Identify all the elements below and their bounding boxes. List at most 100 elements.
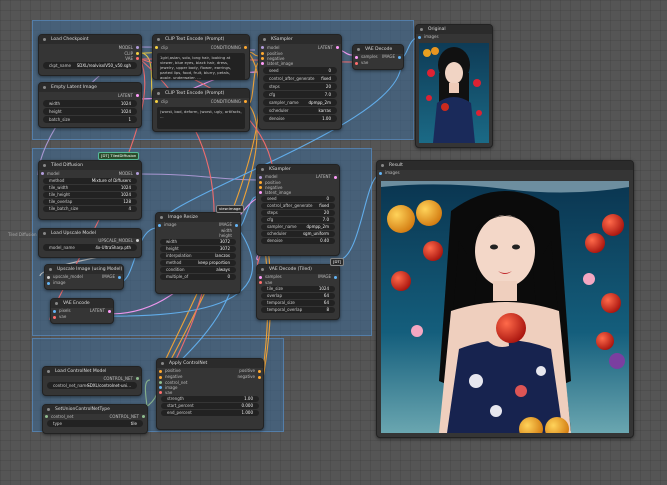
input-latent-image[interactable]: latent_image bbox=[257, 190, 339, 195]
node-title[interactable]: Upscale Image (using Model) bbox=[45, 265, 123, 274]
node-upscale-image-using-model[interactable]: Upscale Image (using Model) upscale_mode… bbox=[44, 264, 124, 290]
model-name-widget[interactable]: model_name 4x-UltraSharp.pth bbox=[43, 244, 137, 251]
node-canvas[interactable]: Tiled Diffusion Load Checkpoint MODEL CL… bbox=[0, 0, 667, 485]
node-title[interactable]: Load ControlNet Model bbox=[43, 367, 141, 376]
condition-widget[interactable]: condition always bbox=[160, 267, 236, 273]
cfg-widget[interactable]: cfg 7.0 bbox=[261, 217, 335, 223]
ckpt-name-widget[interactable]: ckpt_name SDXL/realvisxlV50_v50.sgh bbox=[43, 62, 137, 69]
scheduler-widget[interactable]: scheduler sgm_uniform bbox=[261, 231, 335, 237]
control-after-generate-widget[interactable]: control_after_generate fixed bbox=[261, 203, 335, 209]
output-vae[interactable]: VAE bbox=[39, 56, 141, 61]
positive-prompt-textarea[interactable]: 1girl,asian, solo, long hair, looking at… bbox=[157, 53, 245, 79]
height-widget[interactable]: height 1024 bbox=[43, 108, 137, 115]
width-widget[interactable]: width 1024 bbox=[43, 100, 137, 107]
node-title[interactable]: CLIP Text Encode (Prompt) bbox=[153, 35, 249, 44]
node-title[interactable]: KSampler bbox=[257, 165, 339, 174]
result-image-preview[interactable] bbox=[381, 181, 629, 433]
input-vae[interactable]: vae bbox=[257, 280, 339, 285]
node-load-upscale-model[interactable]: Load Upscale Model UPSCALE_MODEL model_n… bbox=[38, 228, 142, 258]
node-original-preview[interactable]: Original images bbox=[415, 24, 493, 148]
sampler-name-widget[interactable]: sampler_name dpmpp_2m bbox=[263, 99, 337, 106]
node-set-union-controlnet-type[interactable]: SetUnionControlNetType control_net CONTRO… bbox=[42, 404, 148, 434]
output-control-net[interactable]: CONTROL_NET bbox=[43, 376, 141, 381]
control-after-generate-widget[interactable]: control_after_generate fixed bbox=[263, 75, 337, 82]
tile-size-widget[interactable]: tile_size 1024 bbox=[261, 286, 335, 292]
temporal-overlap-widget[interactable]: temporal_overlap 8 bbox=[261, 307, 335, 313]
node-title[interactable]: Original bbox=[416, 25, 492, 34]
sampler-name-widget[interactable]: sampler_name dpmpp_2m bbox=[261, 224, 335, 230]
input-vae[interactable]: vae bbox=[51, 314, 113, 320]
output-model[interactable]: MODEL bbox=[39, 44, 141, 51]
height-widget[interactable]: height 3072 bbox=[160, 246, 236, 252]
seed-widget[interactable]: seed 0 bbox=[263, 67, 337, 74]
input-image[interactable]: image bbox=[45, 280, 123, 286]
node-vae-decode-tiled[interactable]: VAE Decode (Tiled) samples IMAGE vae tile… bbox=[256, 264, 340, 320]
node-clip-positive[interactable]: CLIP Text Encode (Prompt) clip CONDITIONI… bbox=[152, 34, 250, 80]
node-title[interactable]: Empty Latent Image bbox=[39, 83, 141, 92]
input-images[interactable]: images bbox=[416, 34, 492, 40]
node-title[interactable]: Load Upscale Model bbox=[39, 229, 141, 238]
denoise-widget[interactable]: denoise 1.00 bbox=[263, 115, 337, 122]
method-widget[interactable]: method Mixture of Diffusers bbox=[43, 178, 137, 184]
steps-widget[interactable]: steps 20 bbox=[261, 210, 335, 216]
method-widget[interactable]: method keep proportion bbox=[160, 260, 236, 266]
end-percent-widget[interactable]: end_percent 1.000 bbox=[161, 410, 259, 416]
io-model[interactable]: model MODEL bbox=[39, 170, 141, 177]
node-ksampler-1[interactable]: KSampler model LATENT positive negative l… bbox=[258, 34, 342, 130]
strength-widget[interactable]: strength 1.00 bbox=[161, 396, 259, 402]
node-clip-negative[interactable]: CLIP Text Encode (Prompt) clip CONDITIONI… bbox=[152, 88, 250, 132]
output-upscale-model[interactable]: UPSCALE_MODEL bbox=[39, 238, 141, 243]
multiple-of-widget[interactable]: multiple_of 0 bbox=[160, 274, 236, 280]
interpolation-widget[interactable]: interpolation lanczos bbox=[160, 253, 236, 259]
batch-size-widget[interactable]: batch_size 1 bbox=[43, 116, 137, 123]
node-title[interactable]: Apply ControlNet bbox=[157, 359, 263, 368]
tile-overlap-widget[interactable]: tile_overlap 128 bbox=[43, 199, 137, 205]
node-title[interactable]: Result bbox=[377, 161, 633, 170]
node-load-controlnet[interactable]: Load ControlNet Model CONTROL_NET contro… bbox=[42, 366, 142, 396]
input-images[interactable]: images bbox=[377, 170, 633, 176]
node-result-preview[interactable]: Result images bbox=[376, 160, 634, 438]
output-height[interactable]: height bbox=[156, 233, 240, 238]
seed-widget[interactable]: seed 0 bbox=[261, 196, 335, 202]
negative-prompt-textarea[interactable]: (worst, bad, deform, (worst, ugly, artif… bbox=[157, 107, 245, 129]
original-image-preview[interactable] bbox=[419, 43, 489, 143]
overlap-widget[interactable]: overlap 64 bbox=[261, 293, 335, 299]
scheduler-widget[interactable]: scheduler karras bbox=[263, 107, 337, 114]
output-latent[interactable]: LATENT bbox=[39, 92, 141, 99]
tile-width-widget[interactable]: tile_width 1024 bbox=[43, 185, 137, 191]
node-tiled-diffusion[interactable]: Tiled Diffusion model MODEL method Mixture… bbox=[38, 160, 142, 220]
node-title[interactable]: SetUnionControlNetType bbox=[43, 405, 147, 414]
io-clip[interactable]: clip CONDITIONING bbox=[153, 44, 249, 51]
node-title[interactable]: VAE Encode bbox=[51, 299, 113, 308]
node-title[interactable]: Image Resize bbox=[156, 213, 240, 222]
node-title[interactable]: CLIP Text Encode (Prompt) bbox=[153, 89, 249, 98]
node-apply-controlnet[interactable]: Apply ControlNet positive positive negati… bbox=[156, 358, 264, 430]
control-net-name-widget[interactable]: control_net_name SDXL/controlnet-uni... bbox=[47, 382, 137, 389]
node-ksampler-2[interactable]: KSampler model LATENT positive negative l… bbox=[256, 164, 340, 256]
node-vae-decode-1[interactable]: VAE Decode samples IMAGE vae bbox=[352, 44, 404, 70]
steps-widget[interactable]: steps 20 bbox=[263, 83, 337, 90]
denoise-widget[interactable]: denoise 0.40 bbox=[261, 238, 335, 244]
node-empty-latent[interactable]: Empty Latent Image LATENT width 1024 heig… bbox=[38, 82, 142, 128]
node-title[interactable]: Tiled Diffusion bbox=[39, 161, 141, 170]
node-load-checkpoint[interactable]: Load Checkpoint MODEL CLIP VAE ckpt_name… bbox=[38, 34, 142, 76]
io-clip[interactable]: clip CONDITIONING bbox=[153, 98, 249, 105]
input-latent-image[interactable]: latent_image bbox=[259, 61, 341, 66]
node-vae-encode[interactable]: VAE Encode pixels LATENT vae bbox=[50, 298, 114, 324]
tile-height-widget[interactable]: tile_height 1024 bbox=[43, 192, 137, 198]
input-vae[interactable]: vae bbox=[353, 60, 403, 66]
input-vae[interactable]: vae bbox=[157, 390, 263, 395]
io-control-net[interactable]: control_net CONTROL_NET bbox=[43, 414, 147, 419]
node-title[interactable]: KSampler bbox=[259, 35, 341, 44]
width-widget[interactable]: width 3072 bbox=[160, 239, 236, 245]
temporal-size-widget[interactable]: temporal_size 64 bbox=[261, 300, 335, 306]
node-title[interactable]: VAE Decode bbox=[353, 45, 403, 54]
type-widget[interactable]: type tile bbox=[47, 420, 143, 427]
cfg-widget[interactable]: cfg 7.0 bbox=[263, 91, 337, 98]
node-title[interactable]: Load Checkpoint bbox=[39, 35, 141, 44]
node-title[interactable]: VAE Decode (Tiled) bbox=[257, 265, 339, 274]
tile-batch-size-widget[interactable]: tile_batch_size 4 bbox=[43, 206, 137, 212]
node-image-resize[interactable]: Image Resize image IMAGE width height wid… bbox=[155, 212, 241, 294]
start-percent-widget[interactable]: start_percent 0.000 bbox=[161, 403, 259, 409]
input-model[interactable]: model LATENT bbox=[259, 44, 341, 51]
